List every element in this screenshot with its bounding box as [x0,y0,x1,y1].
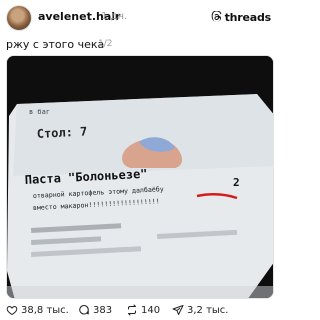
like-count: 38,8 тыс. [21,304,69,316]
share-count: 3,2 тыс. [187,304,229,316]
receipt-qty: 2 [233,176,240,189]
like-button[interactable]: 38,8 тыс. [6,303,69,317]
receipt-photo: в баг Стол: 7 Паста "Болоньезе" 2 отварн… [7,56,273,298]
post-media[interactable]: в баг Стол: 7 Паста "Болоньезе" 2 отварн… [6,55,274,299]
threads-logo[interactable]: threads [211,9,271,25]
receipt-table: Стол: 7 [36,124,87,141]
repost-count: 140 [141,304,161,316]
share-button[interactable]: 3,2 тыс. [172,303,228,317]
threads-wordmark: threads [224,10,272,24]
comment-icon [79,305,89,315]
avatar[interactable] [6,5,32,31]
repost-button[interactable]: 140 [126,303,160,317]
heart-icon [6,305,18,316]
threads-logo-icon [211,11,221,22]
post-actions: 38,8 тыс. 383 140 3,2 тыс. [6,303,274,317]
repost-icon [128,304,136,316]
send-icon [172,305,184,315]
post-caption: ржу с этого чека [6,38,105,51]
comment-count: 383 [93,304,113,316]
timestamp: 1 дн. [101,11,128,22]
receipt-top-line: в баг [29,108,50,116]
post-header: avelenet.hair 1 дн. threads [0,0,280,36]
comment-button[interactable]: 383 [78,303,112,317]
media-pager: 1/2 [98,39,113,49]
